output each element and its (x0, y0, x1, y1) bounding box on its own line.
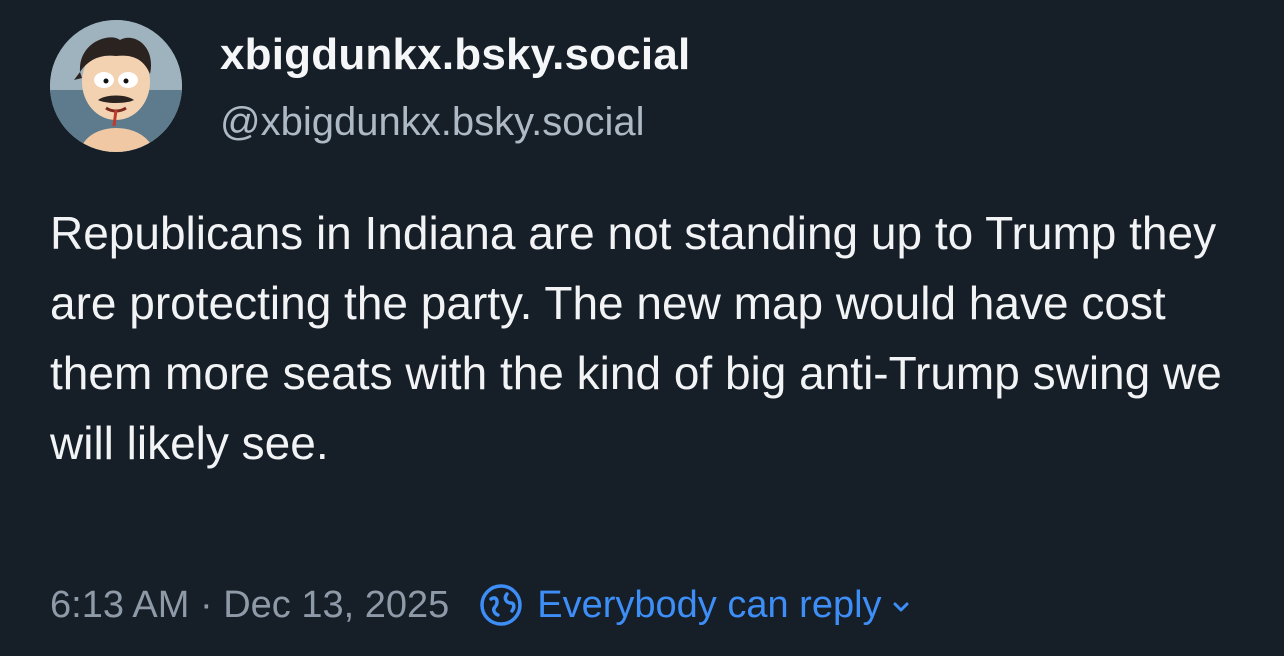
post-card: xbigdunkx.bsky.social @xbigdunkx.bsky.so… (0, 0, 1284, 656)
author-handle[interactable]: @xbigdunkx.bsky.social (220, 100, 645, 145)
reply-setting-button[interactable]: Everybody can reply (477, 581, 911, 629)
chevron-down-icon (890, 596, 912, 618)
avatar[interactable] (50, 20, 182, 152)
reply-setting-label: Everybody can reply (537, 583, 882, 626)
globe-icon (477, 581, 525, 629)
post-meta: 6:13 AM · Dec 13, 2025 Everybody can rep… (50, 580, 912, 630)
post-text: Republicans in Indiana are not standing … (50, 207, 1222, 469)
post-timestamp[interactable]: 6:13 AM · Dec 13, 2025 (50, 584, 449, 627)
author-display-name[interactable]: xbigdunkx.bsky.social (220, 30, 690, 80)
